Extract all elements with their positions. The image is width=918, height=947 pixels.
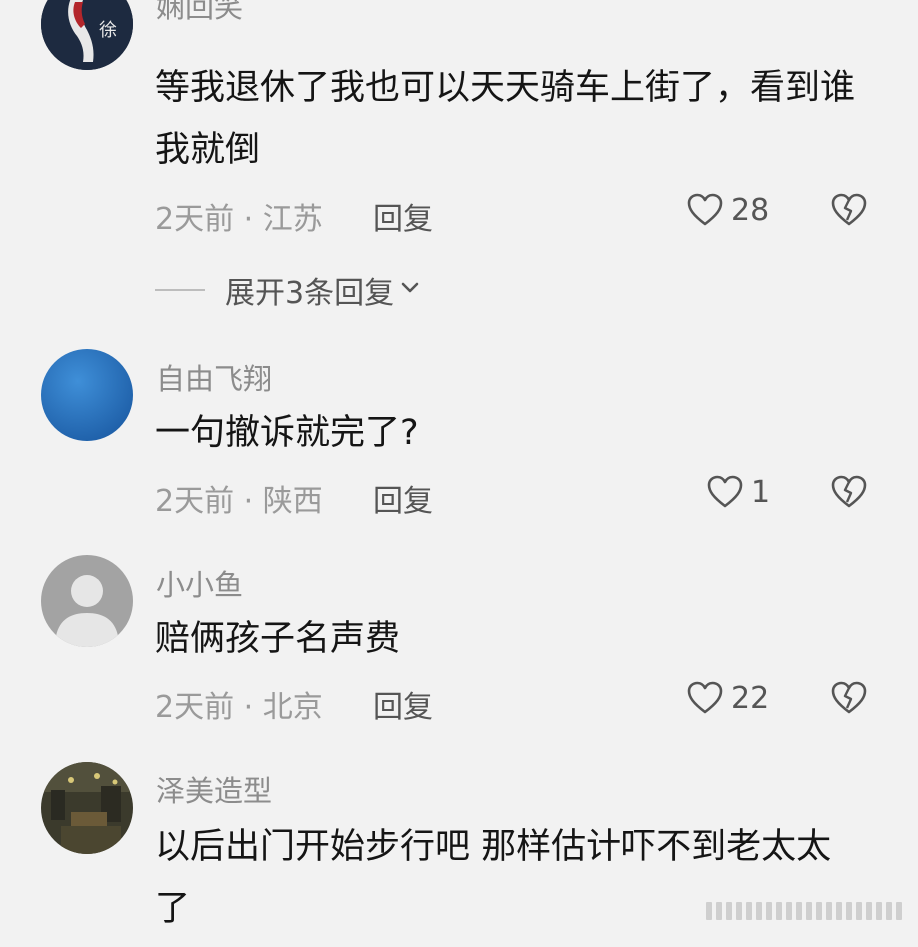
like-count: 28 bbox=[731, 192, 770, 228]
comment-text: 一句撤诉就完了? bbox=[155, 413, 419, 453]
meta-separator: · bbox=[234, 690, 263, 725]
comment-text: 赔俩孩子名声费 bbox=[155, 619, 401, 659]
reply-button[interactable]: 回复 bbox=[373, 476, 433, 520]
comment-username[interactable]: 泽美造型 bbox=[156, 768, 272, 810]
broken-heart-icon bbox=[829, 190, 869, 230]
expand-replies-button[interactable]: 展开3条回复 bbox=[155, 268, 422, 312]
heart-outline-icon bbox=[685, 190, 725, 230]
broken-heart-icon bbox=[829, 472, 869, 512]
reply-button[interactable]: 回复 bbox=[373, 682, 433, 726]
comment-meta: 2天前 · 北京 bbox=[155, 682, 323, 726]
heart-outline-icon bbox=[705, 472, 745, 512]
comment-meta: 2天前 · 江苏 bbox=[155, 194, 323, 238]
comment-location: 陕西 bbox=[262, 484, 323, 519]
comment-time: 2天前 bbox=[155, 484, 235, 519]
chevron-down-icon bbox=[398, 276, 422, 304]
comment-location: 江苏 bbox=[262, 202, 323, 237]
expand-replies-label: 展开3条回复 bbox=[225, 276, 395, 311]
comment-location: 北京 bbox=[262, 690, 323, 725]
comment-time: 2天前 bbox=[155, 202, 235, 237]
comment-username[interactable]: 娴回笑 bbox=[156, 0, 243, 26]
avatar[interactable] bbox=[41, 349, 133, 441]
comment-text: 等我退休了我也可以天天骑车上街了，看到谁我就倒 bbox=[155, 68, 856, 170]
avatar[interactable] bbox=[41, 762, 133, 854]
like-button[interactable]: 22 bbox=[685, 678, 769, 718]
meta-separator: · bbox=[234, 484, 263, 519]
meta-separator: · bbox=[234, 202, 263, 237]
dislike-button[interactable] bbox=[829, 678, 869, 718]
broken-heart-icon bbox=[829, 678, 869, 718]
avatar[interactable]: 徐 bbox=[41, 0, 133, 70]
comment-time: 2天前 bbox=[155, 690, 235, 725]
like-count: 1 bbox=[751, 474, 771, 510]
comment-meta: 2天前 · 陕西 bbox=[155, 476, 323, 520]
comment-text: 以后出门开始步行吧 那样估计吓不到老太太了 bbox=[155, 827, 832, 929]
heart-outline-icon bbox=[685, 678, 725, 718]
dislike-button[interactable] bbox=[829, 190, 869, 230]
comment-username[interactable]: 小小鱼 bbox=[156, 562, 243, 604]
dislike-button[interactable] bbox=[829, 472, 869, 512]
like-count: 22 bbox=[731, 680, 770, 716]
reply-button[interactable]: 回复 bbox=[373, 194, 433, 238]
watermark bbox=[706, 902, 902, 920]
like-button[interactable]: 1 bbox=[705, 472, 770, 512]
comment-list: 徐 娴回笑 等我退休了我也可以天天骑车上街了，看到谁我就倒 2天前 · 江苏 回… bbox=[0, 0, 918, 947]
divider-line bbox=[155, 289, 205, 291]
avatar-text: 徐 bbox=[99, 20, 117, 41]
comment-username[interactable]: 自由飞翔 bbox=[156, 356, 272, 398]
like-button[interactable]: 28 bbox=[685, 190, 769, 230]
avatar[interactable] bbox=[41, 555, 133, 647]
